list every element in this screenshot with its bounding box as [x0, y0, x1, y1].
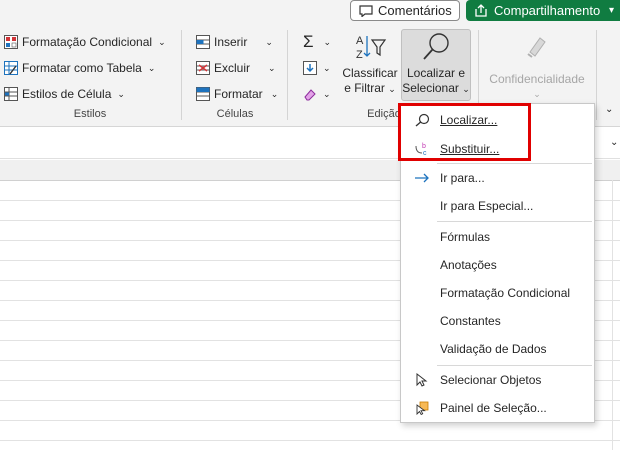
conditional-formatting-label: Formatação Condicional	[22, 35, 153, 49]
cell-styles-button[interactable]: Estilos de Célula ⌄	[4, 84, 166, 104]
format-as-table-label: Formatar como Tabela	[22, 61, 142, 75]
share-icon	[475, 4, 487, 17]
menu-label-goto-special: Ir para Especial...	[440, 199, 534, 213]
clear-button[interactable]: ⌄	[303, 84, 331, 104]
share-label: Compartilhamento	[494, 3, 601, 18]
find-select-label-2: Selecionar ⌄	[402, 81, 470, 95]
menu-item-selection-pane[interactable]: Painel de Seleção...	[401, 395, 594, 421]
menu-item-select-objects[interactable]: Selecionar Objetos	[401, 367, 594, 393]
comment-icon	[359, 4, 373, 17]
menu-item-goto[interactable]: Ir para...	[401, 165, 594, 191]
conditional-formatting-icon	[4, 35, 18, 49]
delete-cells-icon	[196, 61, 210, 75]
chevron-down-icon: ⌄	[533, 89, 541, 99]
menu-label-constants: Constantes	[440, 314, 501, 328]
cell-styles-label: Estilos de Célula	[22, 87, 112, 101]
svg-text:A: A	[356, 35, 364, 47]
fill-button[interactable]: ⌄	[303, 58, 331, 78]
cell-styles-icon	[4, 87, 18, 101]
chevron-down-icon: ⌄	[323, 88, 331, 99]
menu-label-data-validation: Validação de Dados	[440, 342, 547, 356]
sort-filter-button[interactable]: A Z Classificar e Filtrar ⌄	[340, 32, 400, 97]
eraser-icon	[303, 87, 317, 101]
sensitivity-button[interactable]: Confidencialidade ⌄	[485, 32, 589, 102]
cells-group: Inserir ⌄ Excluir ⌄ Formatar ⌄	[196, 32, 278, 104]
insert-cells-icon	[196, 35, 210, 49]
arrow-right-icon	[415, 173, 429, 183]
sort-filter-icon: A Z	[356, 35, 387, 61]
insert-label: Inserir	[214, 35, 248, 49]
group-separator	[181, 30, 182, 120]
group-separator	[596, 30, 597, 120]
menu-label-formulas: Fórmulas	[440, 230, 491, 244]
svg-text:Z: Z	[356, 49, 363, 61]
insert-button[interactable]: Inserir ⌄	[196, 32, 278, 52]
menu-item-data-validation[interactable]: Validação de Dados	[401, 336, 594, 362]
delete-label: Excluir	[214, 61, 251, 75]
comments-button[interactable]: Comentários	[350, 0, 460, 21]
expand-formula-bar-icon[interactable]: ⌄	[610, 137, 618, 148]
fill-down-icon	[303, 61, 317, 75]
autosum-button[interactable]: Σ ⌄	[303, 32, 331, 52]
menu-separator	[437, 221, 592, 222]
magnifier-icon	[423, 33, 449, 60]
menu-label-goto: Ir para...	[440, 171, 485, 185]
menu-item-notes[interactable]: Anotações	[401, 252, 594, 278]
menu-item-constants[interactable]: Constantes	[401, 308, 594, 334]
collapse-ribbon-icon[interactable]: ⌄	[605, 104, 613, 115]
format-label: Formatar	[214, 87, 263, 101]
menu-separator	[437, 365, 592, 366]
menu-label-conditional-formatting: Formatação Condicional	[440, 286, 571, 300]
group-separator	[287, 30, 288, 120]
format-cells-icon	[196, 87, 210, 101]
conditional-formatting-button[interactable]: Formatação Condicional ⌄	[4, 32, 166, 52]
chevron-down-icon[interactable]: ▾	[609, 5, 614, 16]
editing-small-buttons: Σ ⌄ ⌄ ⌄	[303, 32, 331, 104]
menu-item-goto-special[interactable]: Ir para Especial...	[401, 193, 594, 219]
sort-filter-label-1: Classificar	[342, 66, 398, 80]
format-as-table-icon	[4, 61, 18, 75]
chevron-down-icon: ⌄	[158, 36, 166, 47]
styles-group-label: Estilos	[73, 108, 107, 120]
cursor-arrow-icon	[416, 373, 428, 387]
highlight-box	[398, 103, 531, 161]
styles-group: Formatação Condicional ⌄ Formatar como T…	[4, 32, 166, 104]
menu-label-selection-pane: Painel de Seleção...	[440, 401, 547, 415]
share-button[interactable]: Compartilhamento ▾	[466, 0, 620, 21]
menu-item-conditional-formatting[interactable]: Formatação Condicional	[401, 280, 594, 306]
delete-button[interactable]: Excluir ⌄	[196, 58, 278, 78]
comments-label: Comentários	[378, 3, 452, 18]
menu-label-select-objects: Selecionar Objetos	[440, 373, 542, 387]
selection-pane-icon	[416, 401, 429, 415]
menu-separator	[437, 163, 592, 164]
sort-filter-label-2: e Filtrar ⌄	[344, 81, 396, 95]
chevron-down-icon: ⌄	[147, 62, 156, 73]
chevron-down-icon: ⌄	[323, 62, 331, 73]
format-as-table-button[interactable]: Formatar como Tabela ⌄	[4, 58, 166, 78]
grid-row-line	[0, 440, 620, 441]
chevron-down-icon: ⌄	[270, 88, 279, 99]
sensitivity-label: Confidencialidade	[489, 72, 585, 86]
sum-icon: Σ	[303, 32, 314, 51]
chevron-down-icon: ⌄	[265, 36, 273, 47]
chevron-down-icon: ⌄	[268, 62, 276, 73]
menu-item-formulas[interactable]: Fórmulas	[401, 224, 594, 250]
format-button[interactable]: Formatar ⌄	[196, 84, 278, 104]
find-select-label-1: Localizar e	[406, 66, 466, 80]
chevron-down-icon: ⌄	[117, 88, 125, 99]
grid-column-line	[612, 180, 613, 450]
menu-label-notes: Anotações	[440, 258, 497, 272]
sensitivity-icon	[527, 37, 546, 58]
find-select-content: Localizar e Selecionar ⌄	[401, 32, 471, 97]
chevron-down-icon: ⌄	[323, 36, 332, 47]
cells-group-label: Células	[216, 108, 254, 120]
